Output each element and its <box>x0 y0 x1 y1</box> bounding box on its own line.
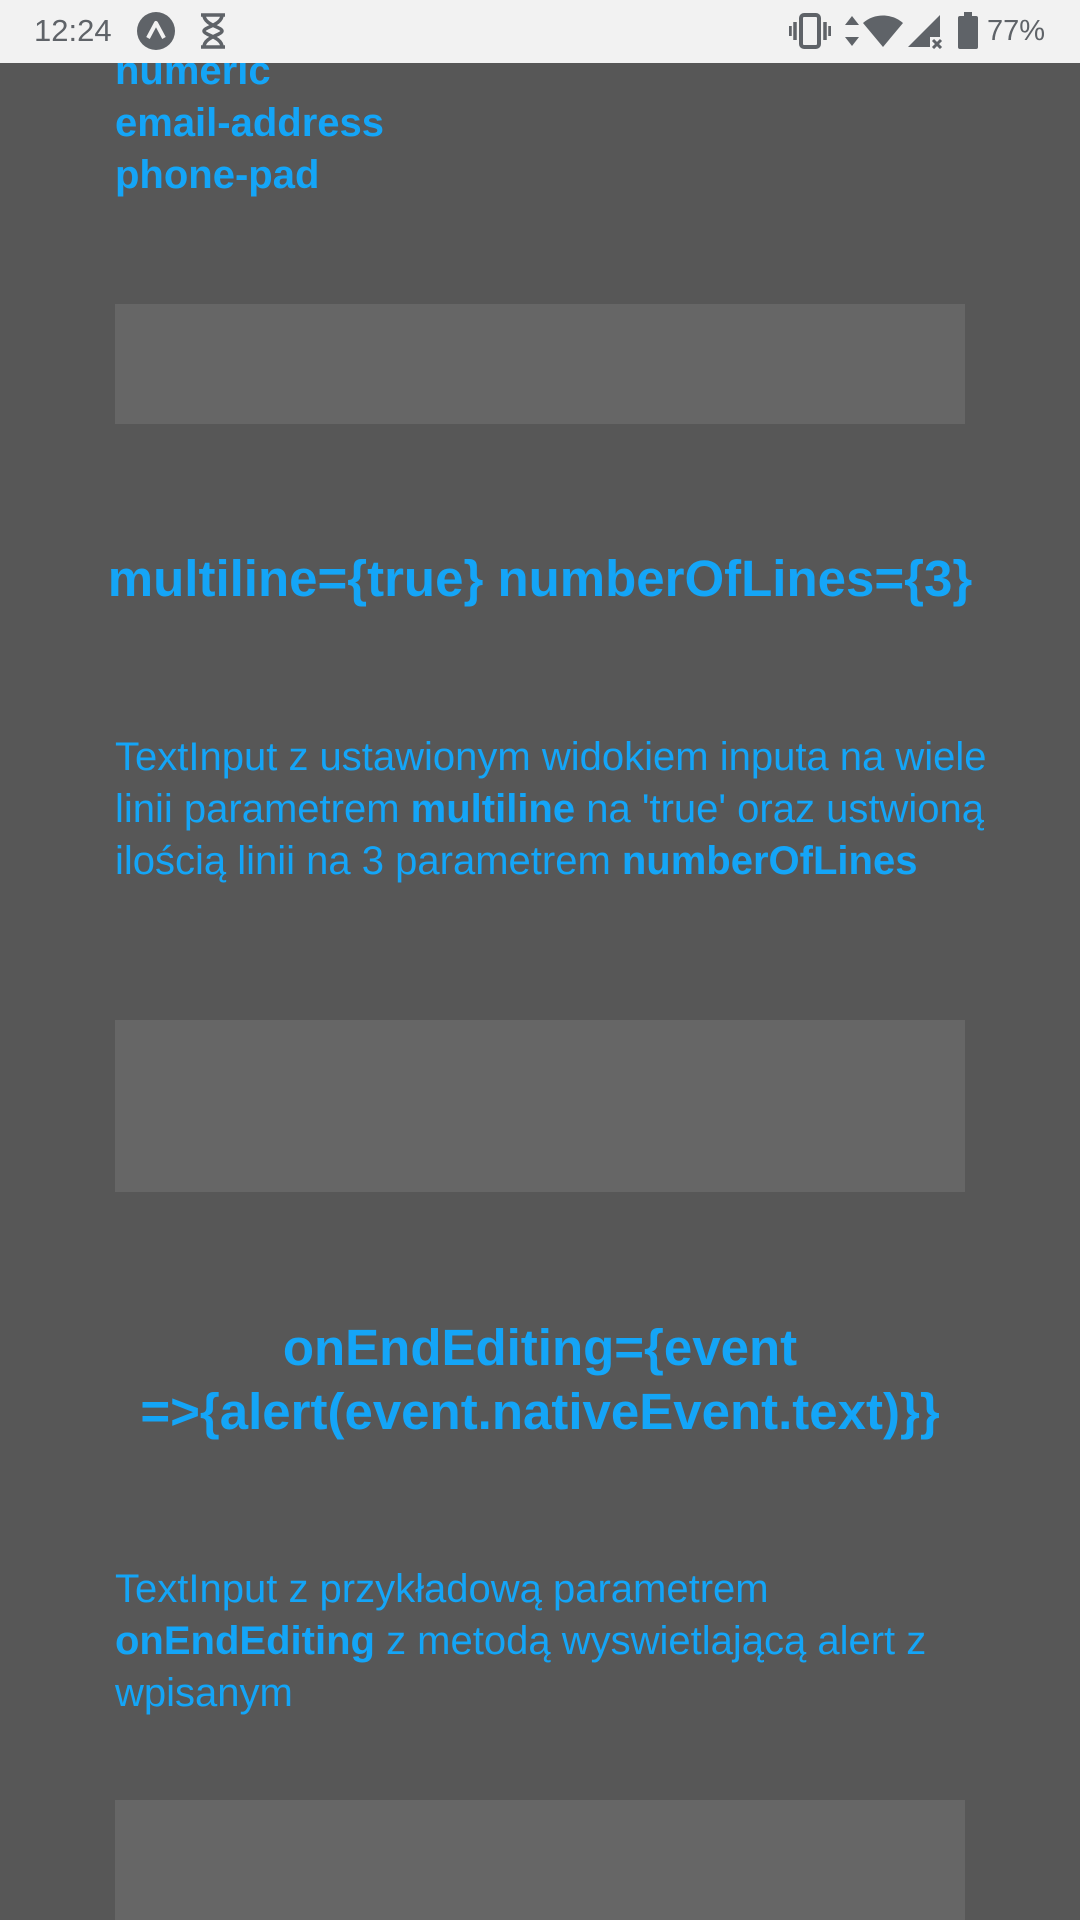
end-editing-description: TextInput z przykładową parametrem onEnd… <box>115 1563 995 1719</box>
status-bar: 12:24 77% <box>0 0 1080 63</box>
vibrate-icon <box>789 13 831 49</box>
app-logo-icon <box>137 12 175 50</box>
end-editing-title-line2: =>{alert(event.nativeEvent.text)}} <box>140 1383 940 1440</box>
multiline-desc-keyword: multiline <box>410 787 576 831</box>
end-editing-section-title: onEndEditing={event =>{alert(event.nativ… <box>0 1316 1080 1444</box>
multiline-text-input[interactable] <box>115 1020 965 1192</box>
end-editing-desc-keyword: onEndEditing <box>115 1619 375 1663</box>
keyboard-type-item: phone-pad <box>115 153 320 197</box>
cell-signal-icon <box>908 15 943 49</box>
multiline-desc-keyword: numberOfLines <box>621 839 918 883</box>
multiline-description: TextInput z ustawionym widokiem inputa n… <box>115 731 995 887</box>
end-editing-title-line1: onEndEditing={event <box>282 1319 798 1376</box>
keyboard-type-text-input[interactable] <box>115 304 965 424</box>
keyboard-type-item: numeric <box>115 63 271 93</box>
scroll-content[interactable]: numeric email-address phone-pad multilin… <box>0 63 1080 1920</box>
end-editing-text-input[interactable] <box>115 1800 965 1920</box>
data-arrows-icon <box>845 16 859 46</box>
battery-icon <box>958 12 978 49</box>
status-time: 12:24 <box>34 13 112 48</box>
battery-percent: 77% <box>986 15 1045 47</box>
keyboard-type-item: email-address <box>115 101 385 145</box>
hourglass-icon <box>201 13 225 49</box>
multiline-section-title: multiline={true} numberOfLines={3} <box>107 550 973 607</box>
keyboard-type-list: numeric email-address phone-pad <box>115 63 384 201</box>
end-editing-desc-text: TextInput z przykładową parametrem <box>115 1567 769 1611</box>
wifi-icon <box>863 15 903 47</box>
